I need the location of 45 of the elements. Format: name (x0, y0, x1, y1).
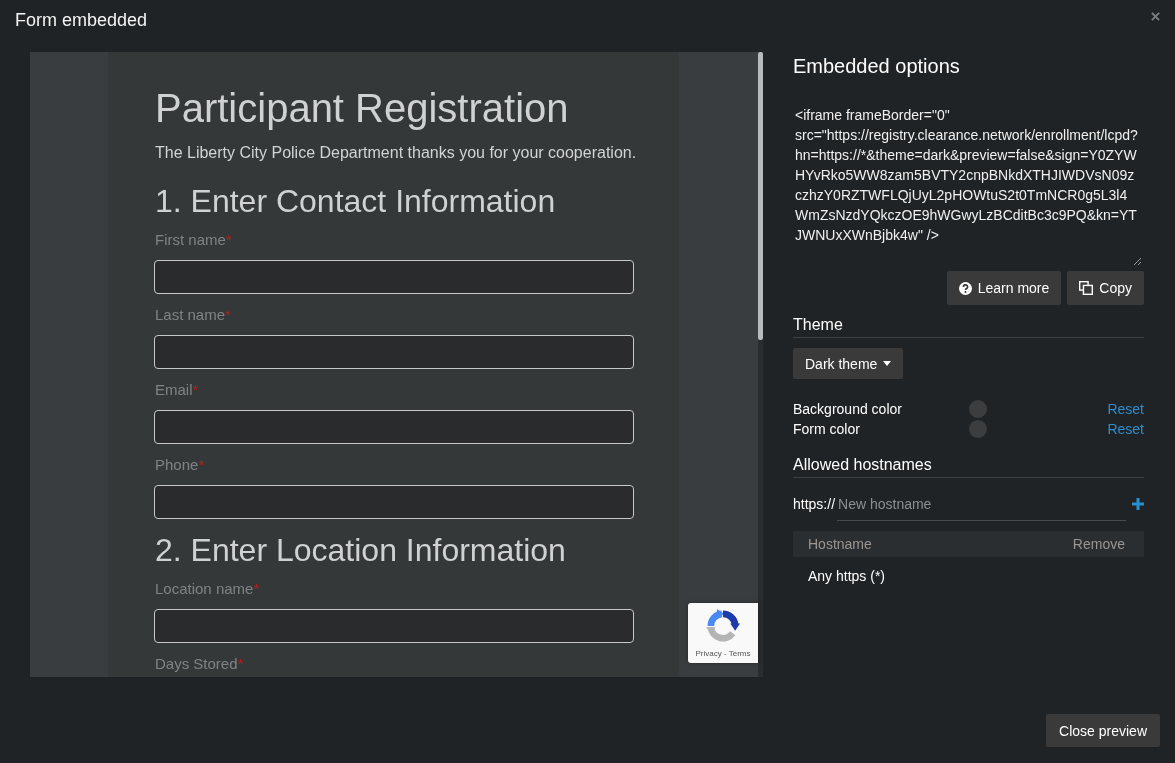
field-label: First name* (155, 230, 232, 250)
input-field[interactable] (154, 485, 634, 519)
caret-icon (883, 361, 892, 366)
help-icon (958, 281, 972, 295)
section-heading: 2. Enter Location Information (155, 532, 566, 568)
input-field[interactable] (154, 609, 634, 643)
dialog-title: Form embedded (15, 9, 148, 31)
close-icon[interactable] (1151, 12, 1160, 21)
hostname-input[interactable]: New hostname (837, 487, 1126, 521)
form-subtitle: The Liberty City Police Department thanks you for your cooperation. (155, 143, 637, 163)
section-title: Theme (793, 315, 1144, 338)
field-label: Last name* (155, 305, 231, 325)
field-label: Location name* (155, 579, 260, 599)
reset-link[interactable]: Reset (1107, 401, 1144, 417)
privacy-terms-links[interactable]: Privacy - Terms (695, 649, 751, 659)
input-field[interactable] (154, 335, 634, 369)
recaptcha-logo-icon (706, 609, 740, 643)
field-label: Phone* (155, 455, 205, 475)
color-label: Background color (793, 401, 903, 417)
copy-button[interactable]: Copy (1067, 271, 1144, 305)
learn-more-button[interactable]: Learn more (946, 271, 1062, 305)
column-header: Remove (1072, 536, 1125, 552)
scrollbar-thumb[interactable] (758, 52, 763, 340)
color-label: Form color (793, 421, 861, 437)
input-field[interactable] (154, 260, 634, 294)
form-title: Participant Registration (155, 85, 569, 131)
embed-code-field[interactable]: <iframe frameBorder="0" src="https://registry.clearance.network/enrollment/lcpd?hn=https://*&theme=dark&preview=false&sign=Y0ZYWHYvRko5WW8zam5BVTY2cnpBNkdXTHJIWDVsN09zczhzY0RZTWFLQjUyL2pHOWtuS2t0TmNCR0g5L3l4WmZsNzdYQkczOE9hWGwyLzBCditBc3c9PQ&kn=YTJWNUxXWnBjbk4w" /> (793, 97, 1144, 269)
color-swatch-icon[interactable] (969, 420, 987, 438)
field-label: Email* (155, 380, 199, 400)
add-icon[interactable] (1132, 498, 1144, 510)
copy-icon (1079, 281, 1094, 295)
reset-link[interactable]: Reset (1107, 421, 1144, 437)
field-label: Days Stored* (155, 654, 244, 674)
section-heading: 1. Enter Contact Information (155, 183, 556, 219)
color-swatch-icon[interactable] (969, 400, 987, 418)
close-preview-button[interactable]: Close preview (1046, 714, 1160, 747)
panel-heading: Embedded options (793, 54, 961, 78)
section-title: Allowed hostnames (793, 455, 1144, 478)
resize-grip-icon[interactable] (1133, 257, 1141, 265)
input-field[interactable] (154, 410, 634, 444)
column-header: Hostname (808, 536, 872, 552)
url-prefix: https:// (793, 496, 836, 512)
table-cell: Any https (*) (808, 568, 886, 584)
scrollbar-track[interactable] (758, 52, 763, 677)
theme-dropdown[interactable]: Dark theme (793, 348, 904, 379)
